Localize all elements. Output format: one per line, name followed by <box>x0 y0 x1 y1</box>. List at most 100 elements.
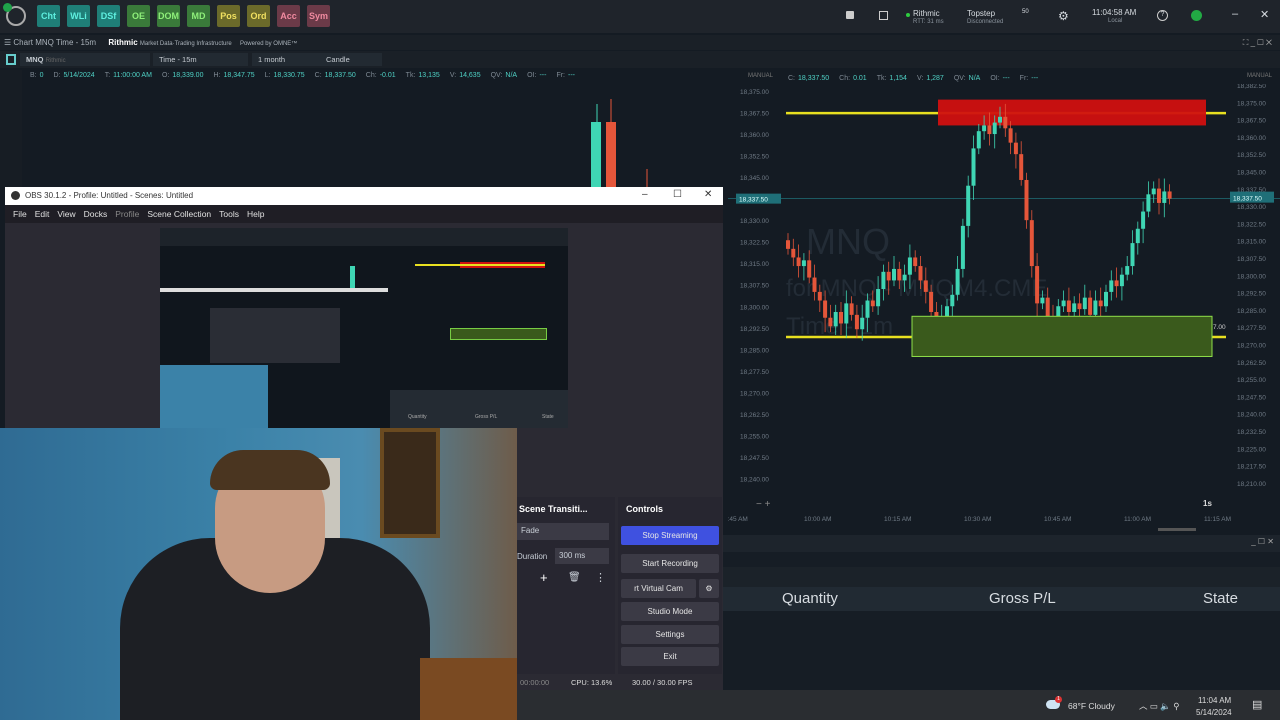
demand-zone <box>911 315 1213 357</box>
minimize-button[interactable]: – <box>1232 8 1238 20</box>
app-button-ord[interactable]: Ord <box>247 5 270 27</box>
time-axis-label: 11:15 AM <box>1204 516 1231 523</box>
right-chart-canvas[interactable]: MNQfor MNQ - MNQM4.CMETime - 1m18,375.00… <box>728 84 1280 530</box>
candle-body <box>992 122 997 135</box>
taskbar-date[interactable]: 5/14/2024 <box>1196 708 1232 717</box>
right-axis-label: 18,232.50 <box>1237 429 1266 436</box>
update-icon[interactable] <box>3 3 12 12</box>
account-icon[interactable] <box>1191 10 1202 21</box>
chart-scrollbar[interactable] <box>1158 528 1196 531</box>
obs-maximize-button[interactable]: ☐ <box>673 189 682 200</box>
left-axis-label: 18,345.00 <box>740 175 769 182</box>
style-select[interactable]: Candle <box>320 53 382 66</box>
obs-preview[interactable]: Quantity Gross P/L State <box>160 228 568 428</box>
candle-body <box>1040 297 1045 304</box>
virtual-cam-button[interactable]: rt Virtual Cam <box>621 579 696 598</box>
left-axis-label: 18,292.50 <box>740 326 769 333</box>
zoom-controls[interactable]: − + <box>756 499 771 510</box>
symbol-input[interactable]: MNQ Rithmic <box>20 53 150 66</box>
right-window-controls[interactable]: ⛶ _ ☐ ✕ <box>1243 38 1272 48</box>
obs-menu-scene-collection[interactable]: Scene Collection <box>147 209 211 219</box>
candle-body <box>1141 211 1146 229</box>
app-button-acc[interactable]: Acc <box>277 5 300 27</box>
info-key: L: <box>264 72 271 79</box>
candle-body <box>860 317 865 330</box>
obs-menu-help[interactable]: Help <box>247 209 264 219</box>
candle-body <box>791 248 796 258</box>
stop-streaming-button[interactable]: Stop Streaming <box>621 526 719 545</box>
obs-menu-profile[interactable]: Profile <box>115 209 139 219</box>
candle-body <box>849 303 854 315</box>
app-button-dsf[interactable]: DSf <box>97 5 120 27</box>
studio-mode-button[interactable]: Studio Mode <box>621 602 719 621</box>
obs-menu-docks[interactable]: Docks <box>84 209 108 219</box>
weather-text[interactable]: 68°F Cloudy <box>1068 701 1115 711</box>
candle-body <box>865 300 870 318</box>
candle-body <box>913 257 918 267</box>
transition-select[interactable]: Fade <box>517 523 609 540</box>
app-button-md[interactable]: MD <box>187 5 210 27</box>
settings-gear-icon[interactable]: ⚙ <box>1058 9 1069 23</box>
topstep-label[interactable]: Topstep <box>967 9 995 18</box>
info-value: --- <box>1031 75 1039 82</box>
candle-body <box>1114 280 1119 287</box>
info-key: QV: <box>953 75 966 82</box>
app-button-pos[interactable]: Pos <box>217 5 240 27</box>
app-button-dom[interactable]: DOM <box>157 5 180 27</box>
duration-input[interactable]: 300 ms <box>555 548 609 564</box>
provider-logo: Rithmic <box>108 38 138 47</box>
time-axis-label: 10:30 AM <box>964 516 991 523</box>
candle-body <box>828 317 833 327</box>
app-button-sym[interactable]: Sym <box>307 5 330 27</box>
settings-button[interactable]: Settings <box>621 625 719 644</box>
time-axis-label: 9:45 AM <box>728 516 748 523</box>
info-key: C: <box>788 75 795 82</box>
rithmic-label[interactable]: Rithmic <box>913 9 940 18</box>
time-axis-label: 11:00 AM <box>1124 516 1151 523</box>
left-chart-header: ☰ Chart MNQ Time - 15m Rithmic Market Da… <box>0 35 740 76</box>
obs-minimize-button[interactable]: – <box>642 189 648 200</box>
candle-body <box>844 303 849 324</box>
layout-icon[interactable] <box>879 11 888 20</box>
range-select[interactable]: 1 month <box>252 53 327 66</box>
left-chart-canvas[interactable] <box>0 84 728 187</box>
obs-close-button[interactable]: ✕ <box>704 189 712 200</box>
info-value: --- <box>1002 75 1010 82</box>
col-quantity[interactable]: Quantity <box>782 590 838 607</box>
obs-menu-edit[interactable]: Edit <box>35 209 50 219</box>
candle-body <box>1029 220 1034 267</box>
app-button-wli[interactable]: WLi <box>67 5 90 27</box>
trash-icon[interactable]: 🗑 <box>568 572 581 583</box>
exit-button[interactable]: Exit <box>621 647 719 666</box>
obs-title-bar[interactable]: OBS 30.1.2 - Profile: Untitled - Scenes:… <box>5 187 723 205</box>
menu-icon[interactable]: ☰ <box>4 38 13 47</box>
lock-icon[interactable] <box>846 11 854 19</box>
start-recording-button[interactable]: Start Recording <box>621 554 719 573</box>
col-state[interactable]: State <box>1203 590 1238 607</box>
positions-window-controls[interactable]: _ ☐ ✕ <box>1251 537 1274 546</box>
virtual-cam-settings-icon[interactable]: ⚙ <box>699 579 719 598</box>
tray-icons[interactable]: ︿ ▭ 🔈 ⚲ <box>1139 700 1179 712</box>
app-button-cht[interactable]: Cht <box>37 5 60 27</box>
app-button-oe[interactable]: OE <box>127 5 150 27</box>
taskbar-time[interactable]: 11:04 AM <box>1198 696 1231 705</box>
candle-body <box>1061 300 1066 307</box>
close-button[interactable]: ✕ <box>1260 8 1269 21</box>
panel-icon[interactable] <box>6 54 16 65</box>
left-chart-info-row: B: 0 D: 5/14/2024 T: 11:00:00 AM O: 18,339.00 H:… <box>0 70 728 84</box>
col-gross-pl[interactable]: Gross P/L <box>989 590 1056 607</box>
more-icon[interactable]: ⋮ <box>595 571 606 584</box>
obs-menu-tools[interactable]: Tools <box>219 209 239 219</box>
add-transition-button[interactable]: + <box>540 570 548 585</box>
right-axis-label: 18,210.00 <box>1237 481 1266 488</box>
interval-select[interactable]: Time - 15m <box>153 53 248 66</box>
candle-body <box>839 311 843 324</box>
help-icon[interactable]: ? <box>1157 10 1168 21</box>
notifications-icon[interactable]: 50 <box>1022 9 1029 15</box>
interval-button[interactable]: 1s <box>1203 499 1212 508</box>
obs-menu-file[interactable]: File <box>13 209 27 219</box>
action-center-icon[interactable]: ▤ <box>1252 698 1262 711</box>
right-mode-label: MANUAL <box>1246 73 1272 79</box>
obs-menu-view[interactable]: View <box>57 209 75 219</box>
candle-body <box>1146 194 1151 212</box>
